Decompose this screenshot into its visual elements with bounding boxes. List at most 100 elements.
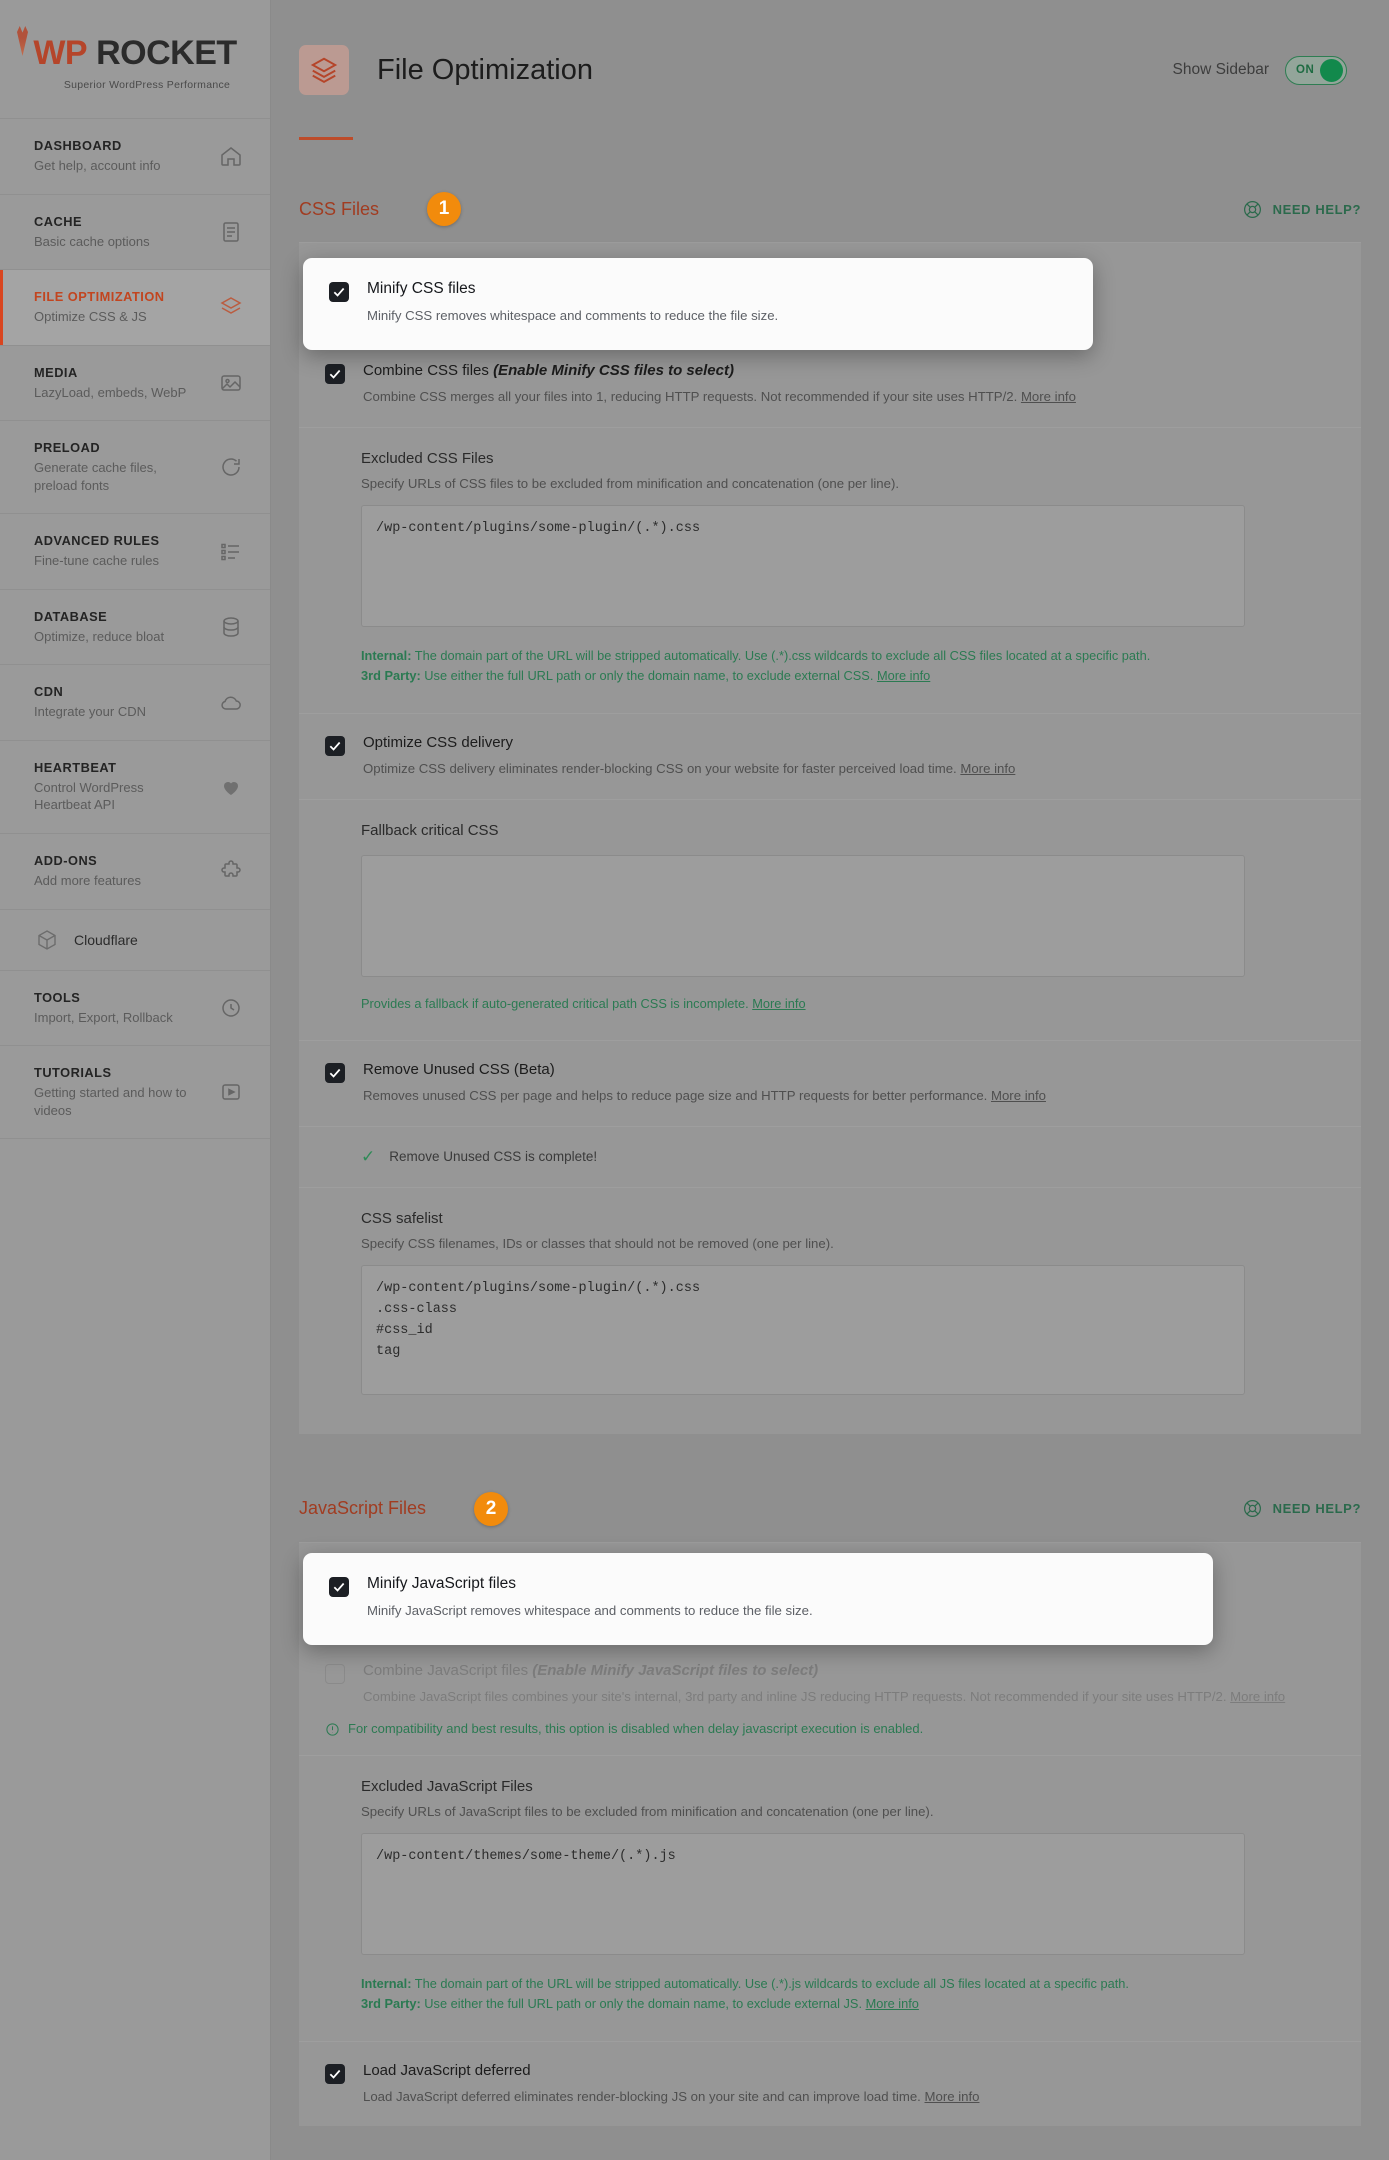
css-safelist-label: CSS safelist <box>361 1209 443 1227</box>
info-icon <box>326 1722 339 1736</box>
sidebar-item-cdn[interactable]: CDN Integrate your CDN <box>0 665 270 741</box>
combine-js-row[interactable]: Combine JavaScript files (Enable Minify … <box>299 1642 1361 1717</box>
heart-pulse-icon <box>218 774 244 800</box>
excluded-js-label: Excluded JavaScript Files <box>361 1777 533 1795</box>
combine-css-row[interactable]: Combine CSS files (Enable Minify CSS fil… <box>299 342 1361 428</box>
optimize-css-delivery-label: Optimize CSS delivery <box>363 733 514 751</box>
step-badge-1: 1 <box>427 192 462 226</box>
minify-css-checkbox[interactable] <box>329 282 349 302</box>
toggle-state-label: ON <box>1296 64 1315 76</box>
sidebar-item-tools[interactable]: TOOLS Import, Export, Rollback <box>0 971 270 1047</box>
css-safelist-block: CSS safelist Specify CSS filenames, IDs … <box>299 1188 1361 1434</box>
note-third-party-label: 3rd Party: <box>361 1996 421 2012</box>
sidebar-item-advanced-rules[interactable]: ADVANCED RULES Fine-tune cache rules <box>0 514 270 590</box>
load-js-deferred-checkbox[interactable] <box>325 2063 345 2084</box>
sidebar-item-preload[interactable]: PRELOAD Generate cache files, preload fo… <box>0 421 270 515</box>
sidebar-item-title: ADVANCED RULES <box>34 533 160 549</box>
sidebar-item-cloudflare[interactable]: Cloudflare <box>0 910 270 971</box>
excluded-js-block: Excluded JavaScript Files Specify URLs o… <box>299 1756 1361 2042</box>
css-files-panel: Minify CSS files Combine CSS files (Enab… <box>299 243 1361 1434</box>
lifering-icon <box>1243 200 1261 218</box>
sidebar-item-media[interactable]: MEDIA LazyLoad, embeds, WebP <box>0 346 270 422</box>
minify-css-spotlight-card[interactable]: Minify CSS files Minify CSS removes whit… <box>303 258 1093 350</box>
sidebar-item-sub: Add more features <box>34 873 141 889</box>
excluded-js-textarea[interactable] <box>361 1832 1245 1955</box>
sidebar-item-title: DATABASE <box>34 608 108 624</box>
document-icon <box>218 219 244 245</box>
combine-css-checkbox[interactable] <box>325 364 345 384</box>
remove-unused-css-label: Remove Unused CSS (Beta) <box>363 1061 555 1078</box>
sidebar-item-heartbeat[interactable]: HEARTBEAT Control WordPress Heartbeat AP… <box>0 741 270 835</box>
excluded-css-textarea[interactable] <box>361 504 1245 627</box>
list-icon <box>218 539 244 565</box>
need-help-label: NEED HELP? <box>1272 201 1361 217</box>
layers-icon <box>218 294 244 320</box>
sidebar-item-title: HEARTBEAT <box>34 759 117 775</box>
fallback-critical-css-block: Fallback critical CSS Provides a fallbac… <box>299 800 1361 1041</box>
remove-unused-css-row[interactable]: Remove Unused CSS (Beta) Removes unused … <box>299 1041 1361 1127</box>
need-help-link-js[interactable]: NEED HELP? <box>1242 1498 1361 1519</box>
remove-unused-css-checkbox[interactable] <box>325 1063 345 1083</box>
sidebar-item-database[interactable]: DATABASE Optimize, reduce bloat <box>0 590 270 666</box>
fallback-critical-css-textarea[interactable] <box>361 854 1245 977</box>
puzzle-icon <box>218 858 244 884</box>
more-info-link[interactable]: More info <box>925 2089 980 2104</box>
optimize-css-delivery-desc: Optimize CSS delivery eliminates render-… <box>363 760 1016 776</box>
sidebar-item-sub: Get help, account info <box>34 158 161 173</box>
fallback-critical-css-note: Provides a fallback if auto-generated cr… <box>361 995 806 1011</box>
more-info-link[interactable]: More info <box>1021 389 1076 404</box>
optimize-css-delivery-row[interactable]: Optimize CSS delivery Optimize CSS deliv… <box>299 714 1361 800</box>
combine-js-desc: Combine JavaScript files combines your s… <box>363 1688 1286 1704</box>
sidebar-item-dashboard[interactable]: DASHBOARD Get help, account info <box>0 119 270 195</box>
load-js-deferred-desc: Load JavaScript deferred eliminates rend… <box>363 2088 980 2104</box>
sidebar-item-add-ons[interactable]: ADD-ONS Add more features <box>0 834 270 910</box>
combine-js-checkbox[interactable] <box>325 1663 345 1684</box>
more-info-link[interactable]: More info <box>866 1996 919 2011</box>
excluded-css-label: Excluded CSS Files <box>361 449 494 467</box>
show-sidebar-label: Show Sidebar <box>1172 61 1269 78</box>
excluded-js-note: Internal: The domain part of the URL wil… <box>361 1975 1129 2012</box>
excluded-js-desc: Specify URLs of JavaScript files to be e… <box>361 1803 934 1819</box>
more-info-link[interactable]: More info <box>960 761 1015 776</box>
sidebar-item-title: CACHE <box>34 213 83 229</box>
combine-css-desc: Combine CSS merges all your files into 1… <box>363 389 1076 404</box>
more-info-link[interactable]: More info <box>991 1088 1046 1103</box>
minify-js-spotlight-card[interactable]: Minify JavaScript files Minify JavaScrip… <box>303 1553 1213 1645</box>
minify-js-label: Minify JavaScript files <box>367 1575 517 1592</box>
minify-js-checkbox[interactable] <box>329 1577 349 1597</box>
sidebar-item-sub: Basic cache options <box>34 233 150 249</box>
combine-js-label: Combine JavaScript files (Enable Minify … <box>363 1661 819 1679</box>
combine-css-label: Combine CSS files (Enable Minify CSS fil… <box>363 362 734 379</box>
javascript-files-section-header: JavaScript Files 2 NEED HELP? <box>299 1474 1361 1543</box>
sidebar-item-file-optimization[interactable]: FILE OPTIMIZATION Optimize CSS & JS <box>0 270 270 346</box>
sidebar-item-label: Cloudflare <box>74 931 138 948</box>
load-js-deferred-row[interactable]: Load JavaScript deferred Load JavaScript… <box>299 2042 1361 2127</box>
section-title: JavaScript Files <box>299 1498 427 1519</box>
more-info-link[interactable]: More info <box>752 996 805 1011</box>
tools-icon <box>218 995 244 1021</box>
sidebar-item-title: TUTORIALS <box>34 1065 112 1081</box>
need-help-link-css[interactable]: NEED HELP? <box>1242 199 1361 220</box>
section-title: CSS Files <box>299 198 380 219</box>
sidebar-item-title: MEDIA <box>34 364 78 380</box>
refresh-icon <box>218 454 244 480</box>
more-info-link[interactable]: More info <box>877 668 930 683</box>
css-safelist-textarea[interactable] <box>361 1264 1245 1395</box>
minify-js-desc: Minify JavaScript removes whitespace and… <box>367 1603 813 1618</box>
sidebar-item-sub: Getting started and how to videos <box>34 1085 187 1118</box>
excluded-css-block: Excluded CSS Files Specify URLs of CSS f… <box>299 428 1361 714</box>
sidebar-item-sub: Fine-tune cache rules <box>34 553 160 569</box>
logo-rocket-text: ROCKET <box>96 33 237 72</box>
optimize-css-delivery-checkbox[interactable] <box>325 735 345 756</box>
show-sidebar-toggle[interactable]: ON <box>1285 55 1347 85</box>
more-info-link[interactable]: More info <box>1230 1689 1285 1704</box>
sidebar-item-sub: Generate cache files, preload fonts <box>34 460 157 493</box>
sidebar-item-title: CDN <box>34 684 64 700</box>
sidebar-item-sub: Integrate your CDN <box>34 704 146 720</box>
settings-content: CSS Files 1 NEED HELP? Minify CSS files <box>271 174 1389 2127</box>
sidebar-item-sub: Control WordPress Heartbeat API <box>34 779 144 813</box>
sidebar-item-tutorials[interactable]: TUTORIALS Getting started and how to vid… <box>0 1046 270 1140</box>
warning-text: For compatibility and best results, this… <box>348 1720 924 1736</box>
logo-wp-text: WP <box>33 33 88 72</box>
sidebar-item-cache[interactable]: CACHE Basic cache options <box>0 195 270 271</box>
